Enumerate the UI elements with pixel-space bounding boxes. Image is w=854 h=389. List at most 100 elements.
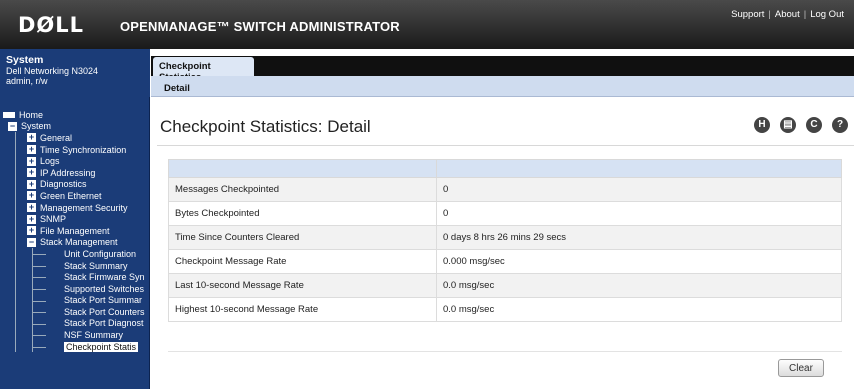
home-icon <box>3 111 15 118</box>
nav-item-time-sync[interactable]: + Time Synchronization <box>0 143 149 156</box>
nav-label: NSF Summary <box>64 330 124 341</box>
toolbar: H ▤ C ? <box>754 117 848 133</box>
nav-label: Stack Port Summar <box>64 295 143 306</box>
table-row: Time Since Counters Cleared 0 days 8 hrs… <box>168 225 842 250</box>
nav-item-system[interactable]: − System <box>0 121 149 133</box>
stat-value: 0 days 8 hrs 26 mins 29 secs <box>436 225 842 250</box>
nav-label: Checkpoint Statis <box>64 341 139 352</box>
stats-table: Messages Checkpointed 0 Bytes Checkpoint… <box>168 159 842 322</box>
nav-item-general[interactable]: + General <box>0 132 149 144</box>
nav-item-stack-summary[interactable]: Stack Summary <box>0 259 149 272</box>
nav-label: SNMP <box>40 214 67 225</box>
stat-value: 0 <box>436 201 842 226</box>
print-icon[interactable]: ▤ <box>780 117 796 133</box>
stat-label: Bytes Checkpointed <box>168 201 437 226</box>
nav-label: Stack Port Counters <box>64 306 145 317</box>
nav-label: Stack Management <box>40 237 118 248</box>
nav-label: System <box>21 121 52 132</box>
dell-logo: DØLL <box>18 13 85 37</box>
nav-item-snmp[interactable]: + SNMP <box>0 213 149 225</box>
stat-value: 0.0 msg/sec <box>436 297 842 322</box>
system-title: System <box>6 54 44 66</box>
user-info: admin, r/w <box>6 76 48 86</box>
expand-icon: + <box>27 213 36 224</box>
stat-value: 0 <box>436 177 842 202</box>
stat-label: Highest 10-second Message Rate <box>168 297 437 322</box>
nav-label: Stack Summary <box>64 260 128 271</box>
logout-link[interactable]: Log Out <box>810 9 844 20</box>
nav-label: Home <box>19 109 44 120</box>
expand-icon: + <box>27 144 36 155</box>
expand-icon: + <box>27 178 36 189</box>
stat-label: Last 10-second Message Rate <box>168 273 437 298</box>
link-separator: | <box>768 9 771 20</box>
nav-item-stack-port-summary[interactable]: Stack Port Summar <box>0 294 149 307</box>
table-header-row <box>168 159 842 178</box>
table-row: Messages Checkpointed 0 <box>168 177 842 202</box>
help-icon[interactable]: ? <box>832 117 848 133</box>
table-row: Bytes Checkpointed 0 <box>168 201 842 226</box>
tab-bar <box>151 56 854 76</box>
stat-label: Messages Checkpointed <box>168 177 437 202</box>
nav-item-stack-firmware[interactable]: Stack Firmware Syn <box>0 271 149 283</box>
expand-icon: + <box>27 190 36 201</box>
clear-button[interactable]: Clear <box>778 359 824 377</box>
expand-icon: + <box>27 132 36 143</box>
save-icon[interactable]: H <box>754 117 770 133</box>
stat-value: 0.0 msg/sec <box>436 273 842 298</box>
refresh-icon[interactable]: C <box>806 117 822 133</box>
nav-label: Stack Port Diagnost <box>64 318 144 329</box>
nav-item-checkpoint-statistics[interactable]: Checkpoint Statis <box>0 340 149 353</box>
nav-item-unit-configuration[interactable]: Unit Configuration <box>0 248 149 260</box>
page-title: Checkpoint Statistics: Detail <box>160 117 371 136</box>
table-row: Highest 10-second Message Rate 0.0 msg/s… <box>168 297 842 322</box>
nav-item-stack-port-counters[interactable]: Stack Port Counters <box>0 306 149 318</box>
nav-label: Time Synchronization <box>40 144 127 155</box>
nav-item-home[interactable]: Home <box>0 109 149 121</box>
nav-item-ip-addressing[interactable]: + IP Addressing <box>0 166 149 179</box>
nav-item-green-ethernet[interactable]: + Green Ethernet <box>0 190 149 202</box>
about-link[interactable]: About <box>775 9 800 20</box>
tab-checkpoint-statistics[interactable]: Checkpoint Statistics <box>153 57 254 83</box>
nav-label: General <box>40 132 73 143</box>
app-title: OPENMANAGE™ SWITCH ADMINISTRATOR <box>120 19 400 34</box>
expand-icon: + <box>27 225 36 236</box>
nav-label: Green Ethernet <box>40 190 102 201</box>
nav-label: IP Addressing <box>40 167 96 178</box>
subtab-detail[interactable]: Detail <box>164 83 190 94</box>
stat-label: Time Since Counters Cleared <box>168 225 437 250</box>
nav-tree: Home − System + General + Time Synchroni… <box>0 97 150 389</box>
expand-icon: + <box>27 155 36 166</box>
table-row: Checkpoint Message Rate 0.000 msg/sec <box>168 249 842 274</box>
stat-label: Checkpoint Message Rate <box>168 249 437 274</box>
support-link[interactable]: Support <box>731 9 764 20</box>
nav-label: Logs <box>40 156 60 167</box>
nav-item-supported-switches[interactable]: Supported Switches <box>0 282 149 295</box>
nav-item-logs[interactable]: + Logs <box>0 155 149 167</box>
nav-label: Management Security <box>40 202 128 213</box>
nav-item-nsf-summary[interactable]: NSF Summary <box>0 329 149 341</box>
collapse-icon: − <box>27 236 36 247</box>
top-links: Support | About | Log Out <box>731 9 844 20</box>
nav-item-management-security[interactable]: + Management Security <box>0 201 149 214</box>
system-info-panel: System Dell Networking N3024 admin, r/w <box>0 49 150 97</box>
nav-item-diagnostics[interactable]: + Diagnostics <box>0 178 149 191</box>
expand-icon: + <box>27 202 36 213</box>
top-header: DØLL OPENMANAGE™ SWITCH ADMINISTRATOR Su… <box>0 0 854 49</box>
nav-label: Diagnostics <box>40 179 87 190</box>
nav-label: File Management <box>40 225 110 236</box>
nav-label: Stack Firmware Syn <box>64 272 145 283</box>
nav-item-file-management[interactable]: + File Management <box>0 224 149 237</box>
divider <box>168 351 842 352</box>
link-separator: | <box>803 9 807 20</box>
expand-icon: + <box>27 167 36 178</box>
nav-label: Unit Configuration <box>64 248 137 259</box>
nav-item-stack-management[interactable]: − Stack Management <box>0 236 149 249</box>
nav-label: Supported Switches <box>64 283 145 294</box>
divider <box>157 145 854 146</box>
device-name: Dell Networking N3024 <box>6 66 99 76</box>
stat-value: 0.000 msg/sec <box>436 249 842 274</box>
nav-item-stack-port-diagnostics[interactable]: Stack Port Diagnost <box>0 317 149 330</box>
collapse-icon: − <box>8 120 17 131</box>
table-row: Last 10-second Message Rate 0.0 msg/sec <box>168 273 842 298</box>
